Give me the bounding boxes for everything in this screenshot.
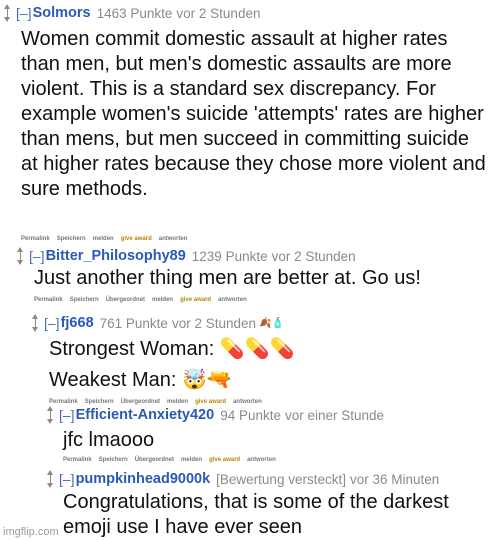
save-link[interactable]: Speichern (99, 457, 128, 463)
permalink-link[interactable]: Permalink (63, 457, 92, 463)
reply-link[interactable]: antworten (247, 457, 276, 463)
flair-icons: 🍂🧴 (259, 317, 284, 329)
vote-arrows-icon[interactable] (46, 470, 55, 488)
author-link[interactable]: Efficient-Anxiety420 (76, 407, 215, 423)
timestamp: vor einer Stunde (284, 407, 385, 423)
comment-line-strongest: Strongest Woman: 💊💊💊 (49, 338, 295, 360)
comment-header: [–] Efficient-Anxiety420 94 Punkte vor e… (46, 402, 384, 428)
comment-body: Strongest Woman: 💊💊💊 Weakest Man: 🤯🔫 (49, 334, 489, 396)
points: 761 Punkte (99, 315, 168, 331)
points: 1463 Punkte (96, 5, 173, 21)
comment-header: [–] pumpkinhead9000k [Bewertung versteck… (46, 466, 439, 492)
timestamp: vor 2 Stunden (176, 5, 261, 21)
comment-body: Congratulations, that is some of the dar… (63, 491, 449, 538)
comment-actions: Permalink Speichern melden give award an… (21, 236, 187, 242)
reply-link[interactable]: antworten (159, 236, 188, 242)
timestamp: vor 36 Minuten (349, 471, 440, 487)
permalink-link[interactable]: Permalink (21, 236, 50, 242)
comment-body: Just another thing men are better at. Go… (34, 267, 421, 289)
vote-arrows-icon[interactable] (31, 314, 40, 332)
comment-body: Women commit domestic assault at higher … (21, 28, 486, 200)
author-link[interactable]: fj668 (61, 315, 94, 331)
comment-actions: Permalink Speichern Übergeordnet melden … (34, 297, 247, 303)
comment-header: [–] Solmors 1463 Punkte vor 2 Stunden (3, 0, 260, 26)
report-link[interactable]: melden (152, 297, 173, 303)
timestamp: vor 2 Stunden (171, 315, 257, 331)
watermark: imgflip.com (3, 526, 59, 538)
collapse-toggle[interactable]: [–] (29, 248, 45, 264)
points: [Bewertung versteckt] (216, 471, 346, 487)
comment-actions: Permalink Speichern Übergeordnet melden … (63, 457, 276, 463)
collapse-toggle[interactable]: [–] (59, 471, 75, 487)
collapse-toggle[interactable]: [–] (59, 407, 75, 423)
vote-arrows-icon[interactable] (46, 406, 55, 424)
permalink-link[interactable]: Permalink (34, 297, 63, 303)
collapse-toggle[interactable]: [–] (44, 315, 60, 331)
points: 1239 Punkte (191, 248, 268, 264)
collapse-toggle[interactable]: [–] (16, 5, 32, 21)
timestamp: vor 2 Stunden (271, 248, 356, 264)
comment-line-weakest: Weakest Man: 🤯🔫 (49, 369, 232, 391)
author-link[interactable]: Bitter_Philosophy89 (46, 248, 186, 264)
save-link[interactable]: Speichern (70, 297, 99, 303)
author-link[interactable]: Solmors (33, 5, 91, 21)
reply-link[interactable]: antworten (218, 297, 247, 303)
report-link[interactable]: melden (93, 236, 114, 242)
save-link[interactable]: Speichern (57, 236, 86, 242)
give-award-link[interactable]: give award (209, 457, 240, 463)
give-award-link[interactable]: give award (180, 297, 211, 303)
comment-header: [–] fj668 761 Punkte vor 2 Stunden 🍂🧴 (31, 310, 284, 336)
parent-link[interactable]: Übergeordnet (106, 297, 145, 303)
comment-body: jfc lmaooo (63, 429, 155, 451)
author-link[interactable]: pumpkinhead9000k (76, 471, 211, 487)
report-link[interactable]: melden (181, 457, 202, 463)
vote-arrows-icon[interactable] (3, 4, 12, 22)
points: 94 Punkte (220, 407, 281, 423)
vote-arrows-icon[interactable] (16, 247, 25, 265)
parent-link[interactable]: Übergeordnet (135, 457, 174, 463)
give-award-link[interactable]: give award (121, 236, 152, 242)
